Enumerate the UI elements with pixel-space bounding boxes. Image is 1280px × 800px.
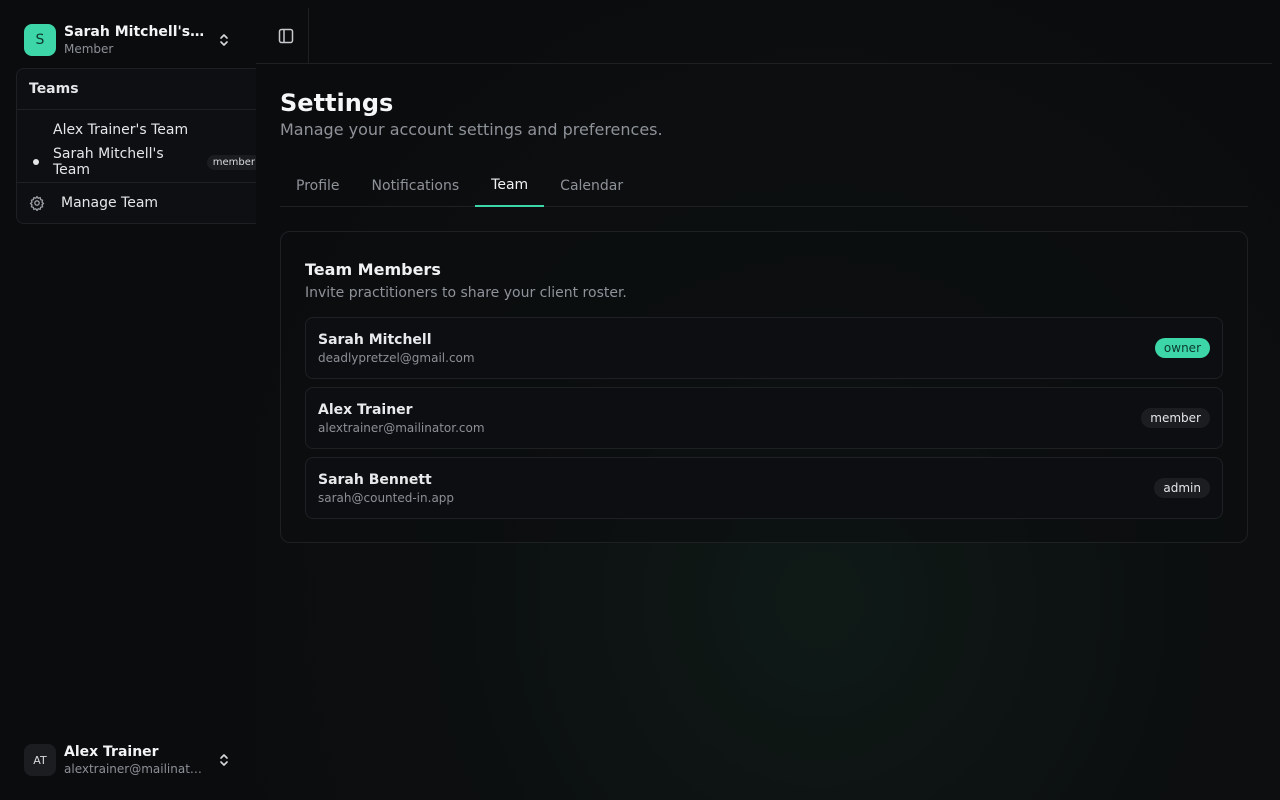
team-role-badge: member — [206, 154, 261, 170]
page-title: Settings — [280, 89, 394, 117]
member-email: deadlypretzel@gmail.com — [318, 350, 475, 365]
card-description: Invite practitioners to share your clien… — [305, 285, 627, 301]
member-email: alextrainer@mailinator.com — [318, 420, 485, 435]
user-email: alextrainer@mailinator.com — [64, 762, 206, 776]
settings-content: Settings Manage your account settings an… — [280, 88, 1248, 543]
member-name: Sarah Bennett — [318, 471, 432, 488]
teams-heading: Teams — [17, 69, 261, 110]
role-badge: admin — [1154, 478, 1210, 498]
member-name: Sarah Mitchell — [318, 331, 432, 348]
user-info: Alex Trainer alextrainer@mailinator.com — [64, 744, 208, 776]
team-members-card: Team Members Invite practitioners to sha… — [280, 231, 1248, 543]
top-bar — [256, 8, 1272, 64]
user-avatar: AT — [24, 744, 56, 776]
chevrons-up-down-icon — [216, 32, 232, 48]
user-menu-button[interactable]: AT Alex Trainer alextrainer@mailinator.c… — [16, 736, 240, 784]
member-info: Alex Trainer alextrainer@mailinator.com — [318, 402, 485, 435]
team-avatar: S — [24, 24, 56, 56]
tab-team[interactable]: Team — [475, 165, 545, 207]
page-subtitle: Manage your account settings and prefere… — [280, 120, 663, 139]
user-name: Alex Trainer — [64, 744, 159, 760]
manage-team-label: Manage Team — [61, 195, 159, 211]
tab-notifications[interactable]: Notifications — [356, 165, 476, 207]
gear-icon — [29, 195, 45, 212]
tab-profile[interactable]: Profile — [280, 165, 356, 207]
current-team-role: Member — [64, 42, 114, 56]
selected-dot-icon — [33, 159, 39, 165]
member-row: Alex Trainer alextrainer@mailinator.com … — [305, 387, 1223, 449]
team-option-sarah-mitchell[interactable]: Sarah Mitchell's Team member — [17, 146, 261, 178]
teams-dropdown-menu: Teams Alex Trainer's Team Sarah Mitchell… — [16, 68, 262, 224]
tab-calendar[interactable]: Calendar — [544, 165, 639, 207]
member-name: Alex Trainer — [318, 401, 413, 418]
main-area: Settings Manage your account settings an… — [256, 0, 1280, 800]
panel-left-icon[interactable] — [276, 26, 296, 46]
member-list: Sarah Mitchell deadlypretzel@gmail.com o… — [305, 317, 1223, 519]
member-row: Sarah Mitchell deadlypretzel@gmail.com o… — [305, 317, 1223, 379]
team-switcher-button[interactable]: S Sarah Mitchell's Team Member — [16, 16, 240, 64]
manage-team-item[interactable]: Manage Team — [17, 183, 261, 223]
member-info: Sarah Mitchell deadlypretzel@gmail.com — [318, 332, 475, 365]
member-row: Sarah Bennett sarah@counted-in.app admin — [305, 457, 1223, 519]
chevrons-up-down-icon — [216, 752, 232, 768]
member-email: sarah@counted-in.app — [318, 490, 455, 505]
member-info: Sarah Bennett sarah@counted-in.app — [318, 472, 454, 505]
team-switcher-text: Sarah Mitchell's Team Member — [64, 24, 208, 56]
settings-tabs: Profile Notifications Team Calendar — [280, 165, 1248, 207]
team-option-alex-trainer[interactable]: Alex Trainer's Team — [17, 114, 261, 146]
role-badge: member — [1141, 408, 1210, 428]
team-option-label: Sarah Mitchell's Team — [53, 146, 164, 178]
sidebar: S Sarah Mitchell's Team Member Teams Ale… — [0, 0, 262, 800]
current-team-name: Sarah Mitchell's Team — [64, 24, 208, 40]
team-option-label: Alex Trainer's Team — [53, 122, 189, 138]
card-title: Team Members — [305, 260, 441, 279]
role-badge: owner — [1154, 338, 1210, 358]
topbar-divider — [308, 8, 309, 64]
